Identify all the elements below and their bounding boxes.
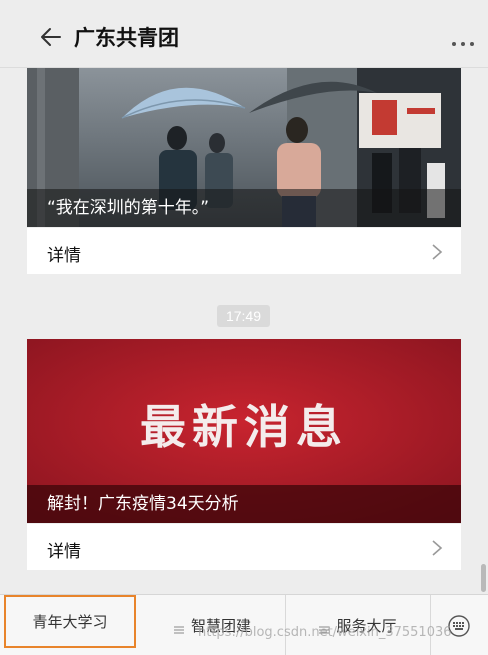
article-caption: 解封！广东疫情34天分析	[27, 485, 461, 523]
chevron-right-icon	[431, 539, 443, 557]
arrow-left-icon[interactable]	[38, 24, 64, 50]
bottom-menu: 青年大学习 智慧团建 服务大厅	[0, 594, 488, 655]
menu-item-service-hall[interactable]: 服务大厅	[286, 595, 431, 655]
keyboard-icon[interactable]	[431, 595, 487, 655]
chat-header: 广东共青团	[0, 0, 488, 68]
menu-lines-icon	[173, 621, 184, 633]
article-photo[interactable]: “我在深圳的第十年。”	[27, 68, 461, 227]
details-label: 详情	[47, 542, 81, 562]
menu-item-label: 智慧团建	[190, 617, 251, 635]
article-caption: “我在深圳的第十年。”	[27, 189, 461, 227]
menu-item-label: 青年大学习	[32, 613, 108, 631]
article-card[interactable]: “我在深圳的第十年。” 详情	[27, 68, 461, 274]
chevron-right-icon	[431, 243, 443, 261]
article-banner[interactable]: 最新消息 解封！广东疫情34天分析	[27, 339, 461, 523]
article-card[interactable]: 最新消息 解封！广东疫情34天分析 详情	[27, 339, 461, 570]
scrollbar-thumb[interactable]	[481, 564, 486, 592]
details-link[interactable]: 详情	[27, 227, 461, 274]
details-link[interactable]: 详情	[27, 523, 461, 570]
message-feed[interactable]: “我在深圳的第十年。” 详情 17:49 最新消息 解封！广东疫情34天分析 详…	[0, 68, 488, 594]
message-timestamp: 17:49	[217, 305, 270, 327]
page-title: 广东共青团	[74, 26, 179, 50]
menu-lines-icon	[319, 621, 330, 633]
more-dots-icon[interactable]	[450, 36, 476, 46]
banner-headline: 最新消息	[140, 400, 348, 454]
details-label: 详情	[47, 246, 81, 266]
menu-item-smart-league[interactable]: 智慧团建	[140, 595, 286, 655]
menu-item-label: 服务大厅	[336, 617, 397, 635]
menu-item-youth-study[interactable]: 青年大学习	[4, 595, 136, 648]
